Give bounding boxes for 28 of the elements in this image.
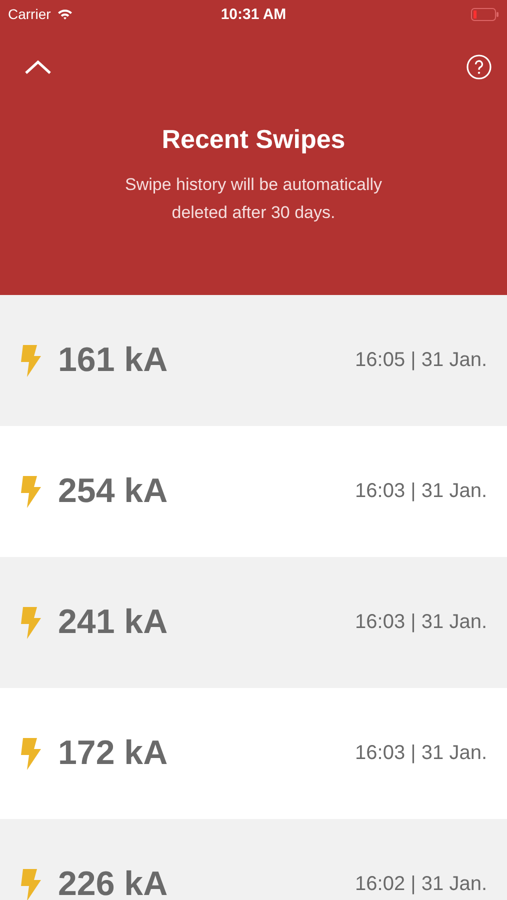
history-notice: Swipe history will be automatically deleted after 30 days. [124,174,383,224]
swipe-time: 16:03 | 31 Jan. [355,742,487,765]
lightning-bolt-icon [20,476,42,508]
lightning-bolt-icon [20,344,42,376]
chevron-up-icon [24,59,52,75]
swipe-row[interactable]: 161 kA 16:05 | 31 Jan. [0,295,507,426]
swipe-time: 16:05 | 31 Jan. [355,349,487,372]
current-value: 254 kA [58,472,168,511]
swipe-row[interactable]: 226 kA 16:02 | 31 Jan. [0,819,507,900]
battery-icon [471,8,499,20]
current-value: 161 kA [58,341,168,380]
help-button[interactable] [466,54,492,80]
wifi-icon [56,8,73,20]
swipe-time: 16:03 | 31 Jan. [355,611,487,634]
clock-time: 10:31 AM [220,6,286,22]
swipe-time: 16:03 | 31 Jan. [355,480,487,503]
page-title: Recent Swipes [160,124,346,155]
collapse-button[interactable] [24,59,52,75]
swipe-row[interactable]: 241 kA 16:03 | 31 Jan. [0,557,507,688]
current-value: 241 kA [58,603,168,642]
lightning-bolt-icon [20,738,42,770]
swipe-time: 16:02 | 31 Jan. [355,873,487,896]
lightning-bolt-icon [20,868,42,900]
carrier-name: Carrier [8,6,51,22]
help-icon [466,54,492,80]
current-value: 172 kA [58,734,168,773]
current-value: 226 kA [58,865,168,900]
lightning-bolt-icon [20,606,42,638]
